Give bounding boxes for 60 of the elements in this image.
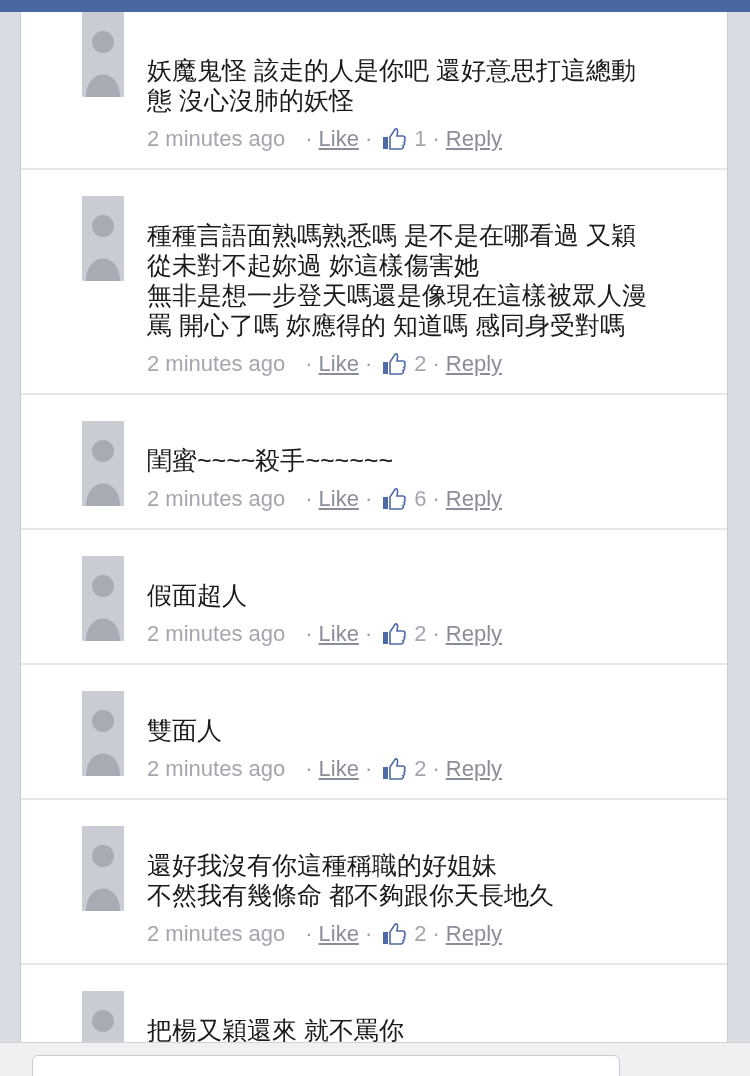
like-link[interactable]: Like	[318, 486, 359, 512]
like-link[interactable]: Like	[318, 921, 359, 947]
like-count: 2	[414, 351, 427, 377]
comment-text: 把楊又穎還來 就不罵你	[147, 1015, 404, 1042]
separator: ·	[305, 486, 313, 512]
comment-text: 閨蜜~~~~殺手~~~~~~	[147, 445, 394, 475]
reply-link[interactable]: Reply	[445, 756, 503, 782]
timestamp: 2 minutes ago	[147, 621, 286, 647]
separator: ·	[305, 756, 313, 782]
thumbs-up-icon	[382, 127, 407, 151]
reply-link[interactable]: Reply	[445, 921, 503, 947]
timestamp: 2 minutes ago	[147, 126, 286, 152]
separator: ·	[432, 486, 440, 512]
separator: ·	[305, 351, 313, 377]
separator: ·	[364, 921, 373, 947]
separator: ·	[364, 486, 373, 512]
reply-link[interactable]: Reply	[445, 351, 503, 377]
separator: ·	[364, 621, 373, 647]
comment-text: 還好我沒有你這種稱職的好姐妹	[147, 850, 498, 880]
timestamp: 2 minutes ago	[147, 921, 286, 947]
separator: ·	[364, 126, 373, 152]
reply-link[interactable]: Reply	[445, 621, 503, 647]
like-count: 6	[414, 486, 427, 512]
comment-text: 罵 開心了嗎 妳應得的 知道嗎 感同身受對嗎	[147, 310, 626, 340]
separator: ·	[364, 351, 373, 377]
comment-text: 雙面人	[147, 715, 223, 745]
separator: ·	[305, 621, 313, 647]
thumbs-up-icon	[382, 622, 407, 646]
like-count: 2	[414, 621, 427, 647]
separator: ·	[432, 921, 440, 947]
like-link[interactable]: Like	[318, 351, 359, 377]
like-count: 2	[414, 921, 427, 947]
thumbs-up-icon	[382, 352, 407, 376]
like-link[interactable]: Like	[318, 621, 359, 647]
separator: ·	[305, 126, 313, 152]
comment-text: 從未對不起妳過 妳這樣傷害她	[147, 250, 480, 280]
comment-text: 假面超人	[147, 580, 248, 610]
comment-text: 種種言語面熟嗎熟悉嗎 是不是在哪看過 又穎	[147, 220, 637, 250]
separator: ·	[305, 921, 313, 947]
thumbs-up-icon	[382, 487, 407, 511]
timestamp: 2 minutes ago	[147, 756, 286, 782]
separator: ·	[432, 621, 440, 647]
comment-text: 態 沒心沒肺的妖怪	[147, 85, 355, 115]
separator: ·	[364, 756, 373, 782]
comment-text: 妖魔鬼怪 該走的人是你吧 還好意思打這總動	[147, 55, 636, 85]
separator: ·	[432, 756, 440, 782]
timestamp: 2 minutes ago	[147, 351, 286, 377]
separator: ·	[432, 351, 440, 377]
separator: ·	[432, 126, 440, 152]
reply-link[interactable]: Reply	[445, 486, 503, 512]
thumbs-up-icon	[382, 922, 407, 946]
like-link[interactable]: Like	[318, 126, 359, 152]
thumbs-up-icon	[382, 757, 407, 781]
like-count: 1	[414, 126, 427, 152]
like-link[interactable]: Like	[318, 756, 359, 782]
reply-link[interactable]: Reply	[445, 126, 503, 152]
timestamp: 2 minutes ago	[147, 486, 286, 512]
like-count: 2	[414, 756, 427, 782]
comment-text: 不然我有幾條命 都不夠跟你天長地久	[147, 880, 554, 910]
comment-text: 無非是想一步登天嗎還是像現在這樣被眾人漫	[147, 280, 647, 310]
